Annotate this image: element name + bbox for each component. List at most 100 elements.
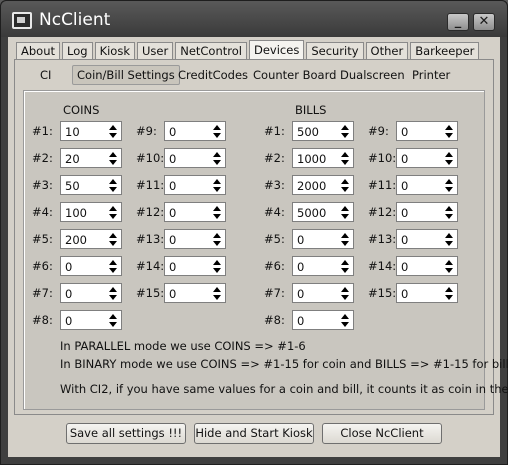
tab-devices[interactable]: Devices xyxy=(248,40,305,61)
bill-value-spinner[interactable]: 0 xyxy=(396,121,458,141)
subtab-counter-board[interactable]: Counter Board xyxy=(248,65,341,85)
up-down-arrows-icon[interactable] xyxy=(341,178,350,192)
bill-value-spinner[interactable]: 0 xyxy=(396,148,458,168)
spinner-value[interactable]: 500 xyxy=(297,125,319,139)
hide-and-start-kiosk-button[interactable]: Hide and Start Kiosk xyxy=(194,423,314,444)
up-down-arrows-icon[interactable] xyxy=(109,178,118,192)
up-down-arrows-icon[interactable] xyxy=(341,151,350,165)
bill-value-spinner[interactable]: 1000 xyxy=(292,148,354,168)
spinner-value[interactable]: 0 xyxy=(169,125,176,139)
bill-value-spinner[interactable]: 2000 xyxy=(292,175,354,195)
spinner-value[interactable]: 0 xyxy=(169,206,176,220)
spinner-value[interactable]: 0 xyxy=(169,179,176,193)
subtab-coin-bill-settings[interactable]: Coin/Bill Settings xyxy=(72,65,180,85)
coin-value-spinner[interactable]: 20 xyxy=(60,148,122,168)
up-down-arrows-icon[interactable] xyxy=(445,232,454,246)
up-down-arrows-icon[interactable] xyxy=(213,124,222,138)
tab-barkeeper[interactable]: Barkeeper xyxy=(410,42,480,60)
up-down-arrows-icon[interactable] xyxy=(213,286,222,300)
title-bar[interactable]: NcClient _ ✕ xyxy=(1,1,507,37)
up-down-arrows-icon[interactable] xyxy=(213,178,222,192)
bill-value-spinner[interactable]: 0 xyxy=(292,256,354,276)
coin-value-spinner[interactable]: 0 xyxy=(164,229,226,249)
spinner-value[interactable]: 0 xyxy=(65,314,72,328)
up-down-arrows-icon[interactable] xyxy=(341,286,350,300)
bill-value-spinner[interactable]: 500 xyxy=(292,121,354,141)
spinner-value[interactable]: 0 xyxy=(297,260,304,274)
spinner-value[interactable]: 0 xyxy=(401,233,408,247)
bill-value-spinner[interactable]: 0 xyxy=(396,283,458,303)
spinner-value[interactable]: 0 xyxy=(65,260,72,274)
spinner-value[interactable]: 100 xyxy=(65,206,87,220)
spinner-value[interactable]: 5000 xyxy=(297,206,326,220)
up-down-arrows-icon[interactable] xyxy=(445,178,454,192)
spinner-value[interactable]: 0 xyxy=(65,287,72,301)
up-down-arrows-icon[interactable] xyxy=(109,151,118,165)
tab-user[interactable]: User xyxy=(137,42,174,60)
bill-value-spinner[interactable]: 0 xyxy=(396,229,458,249)
coin-value-spinner[interactable]: 200 xyxy=(60,229,122,249)
up-down-arrows-icon[interactable] xyxy=(213,259,222,273)
up-down-arrows-icon[interactable] xyxy=(445,286,454,300)
coin-value-spinner[interactable]: 0 xyxy=(164,202,226,222)
subtab-dualscreen[interactable]: Dualscreen xyxy=(335,65,410,85)
spinner-value[interactable]: 0 xyxy=(401,125,408,139)
up-down-arrows-icon[interactable] xyxy=(341,259,350,273)
bill-value-spinner[interactable]: 0 xyxy=(292,229,354,249)
up-down-arrows-icon[interactable] xyxy=(445,205,454,219)
subtab-ci[interactable]: CI xyxy=(35,65,56,85)
spinner-value[interactable]: 0 xyxy=(169,152,176,166)
up-down-arrows-icon[interactable] xyxy=(341,205,350,219)
spinner-value[interactable]: 0 xyxy=(297,233,304,247)
spinner-value[interactable]: 0 xyxy=(401,206,408,220)
spinner-value[interactable]: 0 xyxy=(401,152,408,166)
tab-other[interactable]: Other xyxy=(365,42,409,60)
up-down-arrows-icon[interactable] xyxy=(341,232,350,246)
coin-value-spinner[interactable]: 10 xyxy=(60,121,122,141)
up-down-arrows-icon[interactable] xyxy=(109,313,118,327)
bill-value-spinner[interactable]: 0 xyxy=(396,256,458,276)
coin-value-spinner[interactable]: 100 xyxy=(60,202,122,222)
bill-value-spinner[interactable]: 0 xyxy=(396,175,458,195)
up-down-arrows-icon[interactable] xyxy=(445,259,454,273)
up-down-arrows-icon[interactable] xyxy=(445,124,454,138)
up-down-arrows-icon[interactable] xyxy=(341,313,350,327)
up-down-arrows-icon[interactable] xyxy=(109,205,118,219)
bill-value-spinner[interactable]: 0 xyxy=(396,202,458,222)
coin-value-spinner[interactable]: 50 xyxy=(60,175,122,195)
bill-value-spinner[interactable]: 0 xyxy=(292,283,354,303)
spinner-value[interactable]: 2000 xyxy=(297,179,326,193)
close-ncclient-button[interactable]: Close NcClient xyxy=(322,423,442,444)
minimize-button[interactable]: _ xyxy=(447,13,469,31)
spinner-value[interactable]: 0 xyxy=(169,233,176,247)
tab-netcontrol[interactable]: NetControl xyxy=(175,42,247,60)
coin-value-spinner[interactable]: 0 xyxy=(60,283,122,303)
spinner-value[interactable]: 50 xyxy=(65,179,80,193)
up-down-arrows-icon[interactable] xyxy=(109,259,118,273)
coin-value-spinner[interactable]: 0 xyxy=(164,148,226,168)
tab-about[interactable]: About xyxy=(16,42,61,60)
up-down-arrows-icon[interactable] xyxy=(109,286,118,300)
coin-value-spinner[interactable]: 0 xyxy=(164,121,226,141)
coin-value-spinner[interactable]: 0 xyxy=(164,283,226,303)
coin-value-spinner[interactable]: 0 xyxy=(60,256,122,276)
spinner-value[interactable]: 0 xyxy=(297,314,304,328)
spinner-value[interactable]: 0 xyxy=(169,260,176,274)
spinner-value[interactable]: 200 xyxy=(65,233,87,247)
spinner-value[interactable]: 0 xyxy=(297,287,304,301)
spinner-value[interactable]: 0 xyxy=(169,287,176,301)
up-down-arrows-icon[interactable] xyxy=(213,232,222,246)
spinner-value[interactable]: 0 xyxy=(401,287,408,301)
bill-value-spinner[interactable]: 5000 xyxy=(292,202,354,222)
up-down-arrows-icon[interactable] xyxy=(445,151,454,165)
up-down-arrows-icon[interactable] xyxy=(341,124,350,138)
coin-value-spinner[interactable]: 0 xyxy=(60,310,122,330)
up-down-arrows-icon[interactable] xyxy=(109,124,118,138)
bill-value-spinner[interactable]: 0 xyxy=(292,310,354,330)
save-all-settings-button[interactable]: Save all settings !!! xyxy=(66,423,186,444)
subtab-printer[interactable]: Printer xyxy=(407,65,455,85)
spinner-value[interactable]: 10 xyxy=(65,125,80,139)
tab-kiosk[interactable]: Kiosk xyxy=(94,42,135,60)
up-down-arrows-icon[interactable] xyxy=(109,232,118,246)
coin-value-spinner[interactable]: 0 xyxy=(164,256,226,276)
